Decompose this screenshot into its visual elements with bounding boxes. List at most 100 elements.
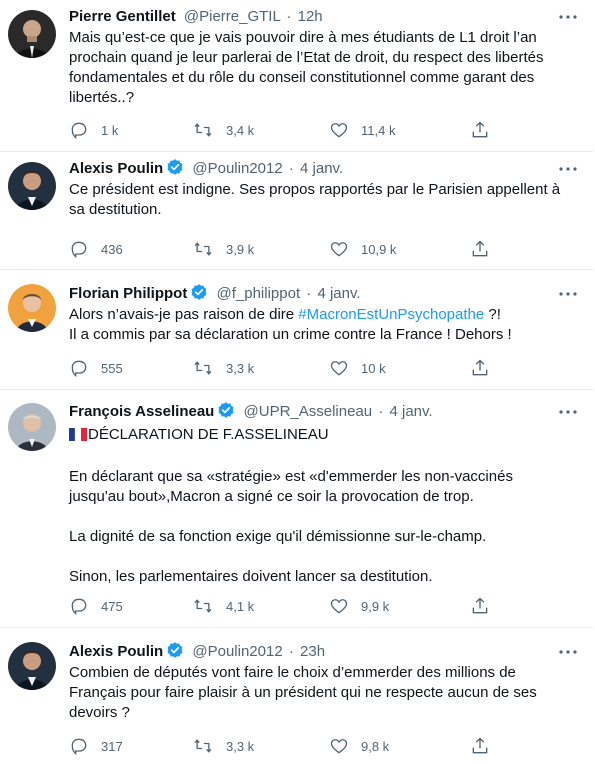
share-button[interactable]	[470, 237, 490, 261]
tweet-text: Mais qu’est-ce que je vais pouvoir dire …	[69, 28, 569, 108]
author-handle[interactable]: @Pierre_GTIL	[184, 8, 280, 25]
tweet[interactable]: Pierre Gentillet @Pierre_GTIL · 12h Mais…	[0, 0, 593, 152]
like-button[interactable]: 9,9 k	[329, 594, 389, 618]
tweet-header: Florian Philippot @f_philippot · 4 janv.	[69, 283, 553, 305]
retweet-button[interactable]: 3,9 k	[192, 237, 254, 261]
retweet-icon	[194, 361, 212, 375]
like-count: 10 k	[361, 360, 386, 376]
reply-icon	[71, 122, 87, 140]
reply-icon	[71, 241, 87, 259]
verified-badge-icon	[217, 401, 235, 426]
reply-button[interactable]: 555	[69, 356, 123, 380]
tweet-paragraph: En déclarant que sa «stratégie» est «d'e…	[69, 468, 513, 505]
like-count: 10,9 k	[361, 241, 397, 257]
retweet-count: 3,9 k	[226, 241, 255, 257]
retweet-button[interactable]: 3,3 k	[192, 356, 254, 380]
separator-dot: ·	[378, 403, 384, 420]
tweet-feed: Pierre Gentillet @Pierre_GTIL · 12h Mais…	[0, 0, 595, 764]
author-handle[interactable]: @f_philippot	[217, 285, 301, 302]
share-icon	[472, 121, 488, 138]
tweet-paragraph: Combien de députés vont faire le choix d…	[69, 664, 537, 721]
tweet-paragraph: La dignité de sa fonction exige qu'il dé…	[69, 528, 487, 545]
reply-button[interactable]: 1 k	[69, 118, 118, 142]
tweet[interactable]: Alexis Poulin @Poulin2012 · 23h Combien …	[0, 628, 593, 764]
like-icon	[330, 123, 348, 138]
like-button[interactable]: 9,8 k	[329, 734, 389, 758]
reply-count: 475	[101, 598, 123, 614]
tweet[interactable]: François Asselineau @UPR_Asselineau · 4 …	[0, 390, 593, 628]
tweet-timestamp[interactable]: 12h	[298, 8, 323, 25]
avatar[interactable]	[8, 403, 56, 451]
tweet-timestamp[interactable]: 4 janv.	[317, 285, 360, 302]
retweet-icon	[194, 242, 212, 256]
like-icon	[330, 739, 348, 754]
reply-icon	[71, 738, 87, 756]
reply-count: 1 k	[101, 122, 119, 138]
retweet-button[interactable]: 4,1 k	[192, 594, 254, 618]
separator-dot: ·	[286, 8, 292, 25]
tweet-header: Alexis Poulin @Poulin2012 · 23h	[69, 641, 553, 663]
reply-button[interactable]: 475	[69, 594, 123, 618]
text-segment: Alors n’avais-je pas raison de dire	[69, 306, 299, 323]
tweet-actions: 475 4,1 k 9,9 k	[69, 594, 593, 618]
tweet-actions: 1 k 3,4 k 11,4 k	[69, 118, 593, 142]
more-icon[interactable]	[557, 160, 579, 178]
share-button[interactable]	[470, 118, 490, 142]
tweet-paragraph: Alors n’avais-je pas raison de dire #Mac…	[69, 305, 569, 325]
author-handle[interactable]: @Poulin2012	[192, 160, 282, 177]
more-icon[interactable]	[557, 8, 579, 26]
retweet-count: 4,1 k	[226, 598, 255, 614]
tweet-text: DÉCLARATION DE F.ASSELINEAU En déclarant…	[69, 425, 569, 587]
author-name[interactable]: Pierre Gentillet	[69, 8, 176, 25]
avatar[interactable]	[8, 10, 56, 58]
more-icon[interactable]	[557, 643, 579, 661]
share-button[interactable]	[470, 734, 490, 758]
hashtag-link[interactable]: #MacronEstUnPsychopathe	[298, 306, 484, 323]
tweet[interactable]: Florian Philippot @f_philippot · 4 janv.…	[0, 270, 593, 390]
retweet-icon	[194, 739, 212, 753]
tweet-timestamp[interactable]: 4 janv.	[389, 403, 432, 420]
reply-icon	[71, 360, 87, 378]
avatar[interactable]	[8, 642, 56, 690]
like-button[interactable]: 10,9 k	[329, 237, 396, 261]
tweet-timestamp[interactable]: 4 janv.	[300, 160, 343, 177]
share-icon	[472, 240, 488, 257]
avatar[interactable]	[8, 284, 56, 332]
retweet-icon	[194, 123, 212, 137]
like-button[interactable]: 11,4 k	[329, 118, 395, 142]
tweet-text: Combien de députés vont faire le choix d…	[69, 663, 569, 723]
reply-count: 317	[101, 738, 123, 754]
share-button[interactable]	[470, 356, 490, 380]
tweet-actions: 436 3,9 k 10,9 k	[69, 237, 593, 261]
more-icon[interactable]	[557, 285, 579, 303]
separator-dot: ·	[288, 160, 294, 177]
like-count: 11,4 k	[361, 122, 396, 138]
retweet-button[interactable]: 3,4 k	[192, 118, 254, 142]
reply-count: 436	[101, 241, 123, 257]
text-segment: DÉCLARATION DE F.ASSELINEAU	[88, 426, 329, 443]
tweet-text: Alors n’avais-je pas raison de dire #Mac…	[69, 305, 569, 345]
separator-dot: ·	[288, 643, 294, 660]
author-name[interactable]: Alexis Poulin	[69, 160, 163, 177]
like-count: 9,8 k	[361, 738, 390, 754]
reply-button[interactable]: 317	[69, 734, 123, 758]
tweet-text: Ce président est indigne. Ses propos rap…	[69, 180, 569, 220]
tweet[interactable]: Alexis Poulin @Poulin2012 · 4 janv. Ce p…	[0, 152, 593, 270]
author-name[interactable]: François Asselineau	[69, 403, 214, 420]
author-handle[interactable]: @UPR_Asselineau	[244, 403, 373, 420]
author-handle[interactable]: @Poulin2012	[192, 643, 282, 660]
tweet-timestamp[interactable]: 23h	[300, 643, 325, 660]
like-icon	[330, 242, 348, 257]
more-icon[interactable]	[557, 403, 579, 421]
like-icon	[330, 599, 348, 614]
avatar[interactable]	[8, 162, 56, 210]
text-segment: ?!	[484, 306, 501, 323]
share-icon	[472, 359, 488, 376]
author-name[interactable]: Florian Philippot	[69, 285, 187, 302]
retweet-button[interactable]: 3,3 k	[192, 734, 254, 758]
share-button[interactable]	[470, 594, 490, 618]
tweet-paragraph: Ce président est indigne. Ses propos rap…	[69, 181, 561, 218]
reply-button[interactable]: 436	[69, 237, 123, 261]
like-button[interactable]: 10 k	[329, 356, 386, 380]
author-name[interactable]: Alexis Poulin	[69, 643, 163, 660]
